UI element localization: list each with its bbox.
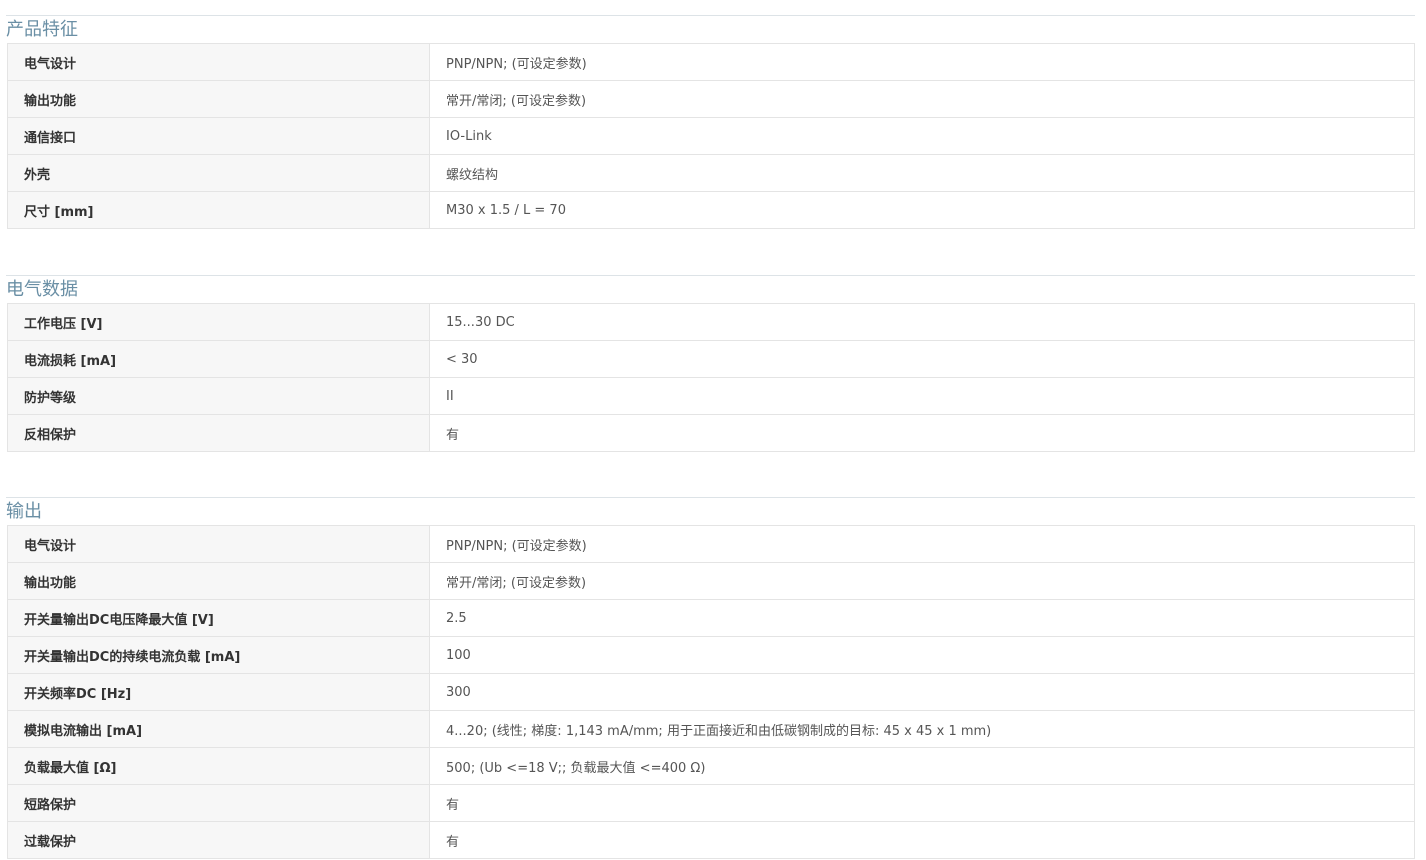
spec-value: 300: [429, 673, 1415, 711]
spec-value: 螺纹结构: [429, 154, 1415, 192]
spec-value: 15...30 DC: [429, 303, 1415, 341]
spec-value: 有: [429, 821, 1415, 859]
spec-value: M30 x 1.5 / L = 70: [429, 191, 1415, 229]
section-title: 产品特征: [6, 17, 98, 42]
spec-label: 防护等级: [7, 377, 430, 415]
section-outputs: 输出 电气设计 PNP/NPN; (可设定参数) 输出功能 常开/常闭; (可设…: [0, 482, 1426, 859]
spec-label: 电流损耗 [mA]: [7, 340, 430, 378]
spec-value: II: [429, 377, 1415, 415]
table-row: 外壳 螺纹结构: [7, 154, 1415, 192]
table-row: 尺寸 [mm] M30 x 1.5 / L = 70: [7, 191, 1415, 229]
table-row: 开关量输出DC的持续电流负载 [mA] 100: [7, 636, 1415, 674]
spec-label: 负载最大值 [Ω]: [7, 747, 430, 785]
section-header: 产品特征: [6, 0, 1415, 42]
spec-label: 开关量输出DC电压降最大值 [V]: [7, 599, 430, 637]
spec-label: 输出功能: [7, 562, 430, 600]
table-row: 输出功能 常开/常闭; (可设定参数): [7, 562, 1415, 600]
spec-value: PNP/NPN; (可设定参数): [429, 43, 1415, 81]
spec-value: < 30: [429, 340, 1415, 378]
table-row: 电气设计 PNP/NPN; (可设定参数): [7, 43, 1415, 81]
spec-label: 短路保护: [7, 784, 430, 822]
section-divider: [6, 497, 1415, 498]
spec-value: PNP/NPN; (可设定参数): [429, 525, 1415, 563]
table-row: 负载最大值 [Ω] 500; (Ub <=18 V;; 负载最大值 <=400 …: [7, 747, 1415, 785]
spec-label: 外壳: [7, 154, 430, 192]
table-row: 防护等级 II: [7, 377, 1415, 415]
spec-label: 模拟电流输出 [mA]: [7, 710, 430, 748]
table-row: 输出功能 常开/常闭; (可设定参数): [7, 80, 1415, 118]
spec-value: 有: [429, 414, 1415, 452]
table-row: 反相保护 有: [7, 414, 1415, 452]
table-row: 电流损耗 [mA] < 30: [7, 340, 1415, 378]
section-divider: [6, 15, 1415, 16]
spec-label: 输出功能: [7, 80, 430, 118]
section-header: 输出: [6, 482, 1415, 524]
table-row: 开关频率DC [Hz] 300: [7, 673, 1415, 711]
spec-table: 电气设计 PNP/NPN; (可设定参数) 输出功能 常开/常闭; (可设定参数…: [7, 525, 1415, 859]
table-row: 开关量输出DC电压降最大值 [V] 2.5: [7, 599, 1415, 637]
spec-label: 开关量输出DC的持续电流负载 [mA]: [7, 636, 430, 674]
spec-table: 工作电压 [V] 15...30 DC 电流损耗 [mA] < 30 防护等级 …: [7, 303, 1415, 452]
spec-value: 500; (Ub <=18 V;; 负载最大值 <=400 Ω): [429, 747, 1415, 785]
spec-label: 通信接口: [7, 117, 430, 155]
spec-label: 电气设计: [7, 43, 430, 81]
spec-label: 反相保护: [7, 414, 430, 452]
section-divider: [6, 275, 1415, 276]
spec-value: 4...20; (线性; 梯度: 1,143 mA/mm; 用于正面接近和由低碳…: [429, 710, 1415, 748]
spec-value: 常开/常闭; (可设定参数): [429, 80, 1415, 118]
spec-label: 尺寸 [mm]: [7, 191, 430, 229]
spec-value: IO-Link: [429, 117, 1415, 155]
spec-label: 过载保护: [7, 821, 430, 859]
spec-value: 2.5: [429, 599, 1415, 637]
spec-value: 常开/常闭; (可设定参数): [429, 562, 1415, 600]
section-electrical-data: 电气数据 工作电压 [V] 15...30 DC 电流损耗 [mA] < 30 …: [0, 260, 1426, 452]
section-title: 电气数据: [6, 277, 98, 302]
spec-table: 电气设计 PNP/NPN; (可设定参数) 输出功能 常开/常闭; (可设定参数…: [7, 43, 1415, 229]
table-row: 通信接口 IO-Link: [7, 117, 1415, 155]
spec-value: 100: [429, 636, 1415, 674]
table-row: 工作电压 [V] 15...30 DC: [7, 303, 1415, 341]
table-row: 模拟电流输出 [mA] 4...20; (线性; 梯度: 1,143 mA/mm…: [7, 710, 1415, 748]
section-header: 电气数据: [6, 260, 1415, 302]
spec-label: 工作电压 [V]: [7, 303, 430, 341]
spec-value: 有: [429, 784, 1415, 822]
table-row: 短路保护 有: [7, 784, 1415, 822]
table-row: 过载保护 有: [7, 821, 1415, 859]
spec-label: 电气设计: [7, 525, 430, 563]
section-title: 输出: [6, 499, 62, 524]
table-row: 电气设计 PNP/NPN; (可设定参数): [7, 525, 1415, 563]
section-product-features: 产品特征 电气设计 PNP/NPN; (可设定参数) 输出功能 常开/常闭; (…: [0, 0, 1426, 229]
spec-label: 开关频率DC [Hz]: [7, 673, 430, 711]
